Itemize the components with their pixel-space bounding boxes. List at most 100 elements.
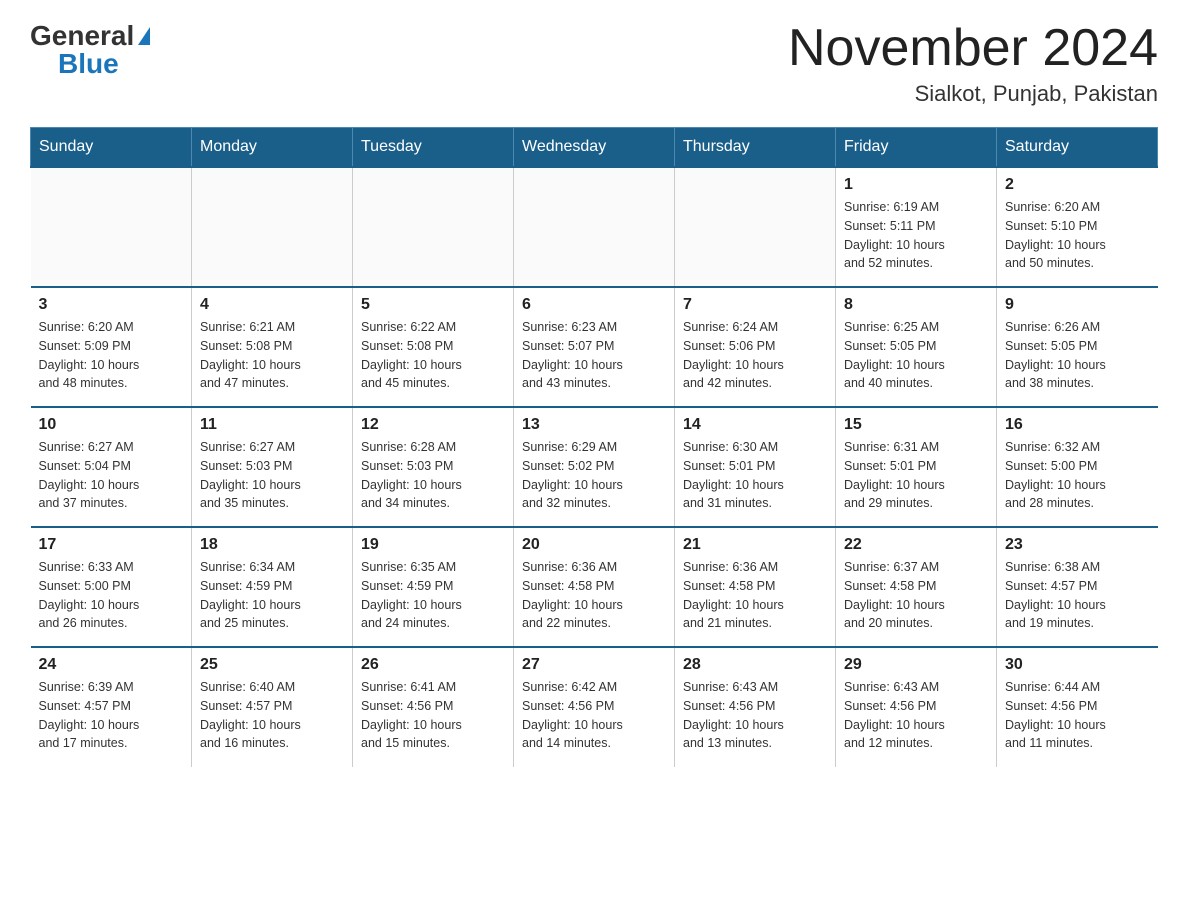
- calendar-cell: 18Sunrise: 6:34 AMSunset: 4:59 PMDayligh…: [192, 527, 353, 647]
- header-day-thursday: Thursday: [675, 128, 836, 168]
- calendar-cell: 30Sunrise: 6:44 AMSunset: 4:56 PMDayligh…: [997, 647, 1158, 767]
- day-info: Sunrise: 6:33 AMSunset: 5:00 PMDaylight:…: [39, 558, 184, 633]
- calendar-cell: 20 Sunrise: 6:36 AMSunset: 4:58 PMDayligh…: [514, 527, 675, 647]
- subtitle: Sialkot, Punjab, Pakistan: [788, 81, 1158, 107]
- day-info: Sunrise: 6:30 AMSunset: 5:01 PMDaylight:…: [683, 438, 827, 513]
- calendar-table: SundayMondayTuesdayWednesdayThursdayFrid…: [30, 127, 1158, 767]
- day-info: Sunrise: 6:31 AMSunset: 5:01 PMDaylight:…: [844, 438, 988, 513]
- day-info: Sunrise: 6:36 AMSunset: 4:58 PMDaylight:…: [522, 558, 666, 633]
- day-number: 5: [361, 296, 505, 314]
- day-info: Sunrise: 6:29 AMSunset: 5:02 PMDaylight:…: [522, 438, 666, 513]
- calendar-week-1: 1Sunrise: 6:19 AMSunset: 5:11 PMDaylight…: [31, 167, 1158, 287]
- day-info: Sunrise: 6:28 AMSunset: 5:03 PMDaylight:…: [361, 438, 505, 513]
- calendar-cell: [31, 167, 192, 287]
- day-number: 29: [844, 656, 988, 674]
- calendar-cell: 13 Sunrise: 6:29 AMSunset: 5:02 PMDayligh…: [514, 407, 675, 527]
- calendar-week-3: 10 Sunrise: 6:27 AMSunset: 5:04 PMDayligh…: [31, 407, 1158, 527]
- calendar-cell: 5 Sunrise: 6:22 AMSunset: 5:08 PMDaylight…: [353, 287, 514, 407]
- calendar-header: SundayMondayTuesdayWednesdayThursdayFrid…: [31, 128, 1158, 168]
- day-number: 13: [522, 416, 666, 434]
- calendar-cell: 27Sunrise: 6:42 AMSunset: 4:56 PMDayligh…: [514, 647, 675, 767]
- day-info: Sunrise: 6:34 AMSunset: 4:59 PMDaylight:…: [200, 558, 344, 633]
- day-number: 26: [361, 656, 505, 674]
- calendar-cell: 7 Sunrise: 6:24 AMSunset: 5:06 PMDaylight…: [675, 287, 836, 407]
- calendar-cell: 16 Sunrise: 6:32 AMSunset: 5:00 PMDayligh…: [997, 407, 1158, 527]
- title-area: November 2024 Sialkot, Punjab, Pakistan: [788, 20, 1158, 107]
- day-info: Sunrise: 6:21 AMSunset: 5:08 PMDaylight:…: [200, 318, 344, 393]
- calendar-cell: 24 Sunrise: 6:39 AMSunset: 4:57 PMDayligh…: [31, 647, 192, 767]
- calendar-cell: 3Sunrise: 6:20 AMSunset: 5:09 PMDaylight…: [31, 287, 192, 407]
- calendar-cell: 10 Sunrise: 6:27 AMSunset: 5:04 PMDayligh…: [31, 407, 192, 527]
- day-info: Sunrise: 6:32 AMSunset: 5:00 PMDaylight:…: [1005, 438, 1150, 513]
- calendar-cell: 29 Sunrise: 6:43 AMSunset: 4:56 PMDayligh…: [836, 647, 997, 767]
- day-info: Sunrise: 6:22 AMSunset: 5:08 PMDaylight:…: [361, 318, 505, 393]
- day-number: 30: [1005, 656, 1150, 674]
- day-number: 4: [200, 296, 344, 314]
- day-info: Sunrise: 6:19 AMSunset: 5:11 PMDaylight:…: [844, 198, 988, 273]
- logo: General Blue: [30, 20, 150, 80]
- day-number: 23: [1005, 536, 1150, 554]
- header-day-wednesday: Wednesday: [514, 128, 675, 168]
- day-number: 25: [200, 656, 344, 674]
- calendar-cell: [192, 167, 353, 287]
- day-info: Sunrise: 6:27 AMSunset: 5:04 PMDaylight:…: [39, 438, 184, 513]
- calendar-cell: 22 Sunrise: 6:37 AMSunset: 4:58 PMDayligh…: [836, 527, 997, 647]
- day-info: Sunrise: 6:23 AMSunset: 5:07 PMDaylight:…: [522, 318, 666, 393]
- logo-blue: Blue: [58, 48, 119, 80]
- calendar-cell: 21 Sunrise: 6:36 AMSunset: 4:58 PMDayligh…: [675, 527, 836, 647]
- day-info: Sunrise: 6:43 AMSunset: 4:56 PMDaylight:…: [844, 678, 988, 753]
- header-day-friday: Friday: [836, 128, 997, 168]
- day-info: Sunrise: 6:38 AMSunset: 4:57 PMDaylight:…: [1005, 558, 1150, 633]
- day-number: 17: [39, 536, 184, 554]
- day-info: Sunrise: 6:40 AMSunset: 4:57 PMDaylight:…: [200, 678, 344, 753]
- header-row: SundayMondayTuesdayWednesdayThursdayFrid…: [31, 128, 1158, 168]
- day-number: 10: [39, 416, 184, 434]
- day-number: 15: [844, 416, 988, 434]
- calendar-body: 1Sunrise: 6:19 AMSunset: 5:11 PMDaylight…: [31, 167, 1158, 767]
- day-number: 24: [39, 656, 184, 674]
- header-day-tuesday: Tuesday: [353, 128, 514, 168]
- page-header: General Blue November 2024 Sialkot, Punj…: [30, 20, 1158, 107]
- day-number: 9: [1005, 296, 1150, 314]
- calendar-week-2: 3Sunrise: 6:20 AMSunset: 5:09 PMDaylight…: [31, 287, 1158, 407]
- day-number: 21: [683, 536, 827, 554]
- day-number: 6: [522, 296, 666, 314]
- day-number: 19: [361, 536, 505, 554]
- calendar-week-4: 17 Sunrise: 6:33 AMSunset: 5:00 PMDayligh…: [31, 527, 1158, 647]
- calendar-week-5: 24 Sunrise: 6:39 AMSunset: 4:57 PMDayligh…: [31, 647, 1158, 767]
- day-info: Sunrise: 6:36 AMSunset: 4:58 PMDaylight:…: [683, 558, 827, 633]
- day-number: 11: [200, 416, 344, 434]
- day-info: Sunrise: 6:26 AMSunset: 5:05 PMDaylight:…: [1005, 318, 1150, 393]
- calendar-cell: 9 Sunrise: 6:26 AMSunset: 5:05 PMDaylight…: [997, 287, 1158, 407]
- day-number: 16: [1005, 416, 1150, 434]
- day-info: Sunrise: 6:43 AMSunset: 4:56 PMDaylight:…: [683, 678, 827, 753]
- calendar-cell: 1Sunrise: 6:19 AMSunset: 5:11 PMDaylight…: [836, 167, 997, 287]
- day-number: 3: [39, 296, 184, 314]
- calendar-cell: 23 Sunrise: 6:38 AMSunset: 4:57 PMDayligh…: [997, 527, 1158, 647]
- calendar-cell: 26 Sunrise: 6:41 AMSunset: 4:56 PMDayligh…: [353, 647, 514, 767]
- day-info: Sunrise: 6:37 AMSunset: 4:58 PMDaylight:…: [844, 558, 988, 633]
- header-day-monday: Monday: [192, 128, 353, 168]
- header-day-saturday: Saturday: [997, 128, 1158, 168]
- day-info: Sunrise: 6:24 AMSunset: 5:06 PMDaylight:…: [683, 318, 827, 393]
- calendar-cell: 15 Sunrise: 6:31 AMSunset: 5:01 PMDayligh…: [836, 407, 997, 527]
- day-info: Sunrise: 6:41 AMSunset: 4:56 PMDaylight:…: [361, 678, 505, 753]
- day-number: 7: [683, 296, 827, 314]
- calendar-cell: 17 Sunrise: 6:33 AMSunset: 5:00 PMDayligh…: [31, 527, 192, 647]
- day-number: 8: [844, 296, 988, 314]
- logo-triangle-icon: [138, 27, 150, 45]
- calendar-cell: 19Sunrise: 6:35 AMSunset: 4:59 PMDayligh…: [353, 527, 514, 647]
- day-info: Sunrise: 6:39 AMSunset: 4:57 PMDaylight:…: [39, 678, 184, 753]
- day-info: Sunrise: 6:25 AMSunset: 5:05 PMDaylight:…: [844, 318, 988, 393]
- calendar-cell: 6 Sunrise: 6:23 AMSunset: 5:07 PMDaylight…: [514, 287, 675, 407]
- day-info: Sunrise: 6:42 AMSunset: 4:56 PMDaylight:…: [522, 678, 666, 753]
- calendar-cell: 8 Sunrise: 6:25 AMSunset: 5:05 PMDaylight…: [836, 287, 997, 407]
- day-number: 22: [844, 536, 988, 554]
- main-title: November 2024: [788, 20, 1158, 77]
- day-info: Sunrise: 6:27 AMSunset: 5:03 PMDaylight:…: [200, 438, 344, 513]
- day-number: 28: [683, 656, 827, 674]
- calendar-cell: [675, 167, 836, 287]
- calendar-cell: 11 Sunrise: 6:27 AMSunset: 5:03 PMDayligh…: [192, 407, 353, 527]
- day-number: 12: [361, 416, 505, 434]
- day-number: 20: [522, 536, 666, 554]
